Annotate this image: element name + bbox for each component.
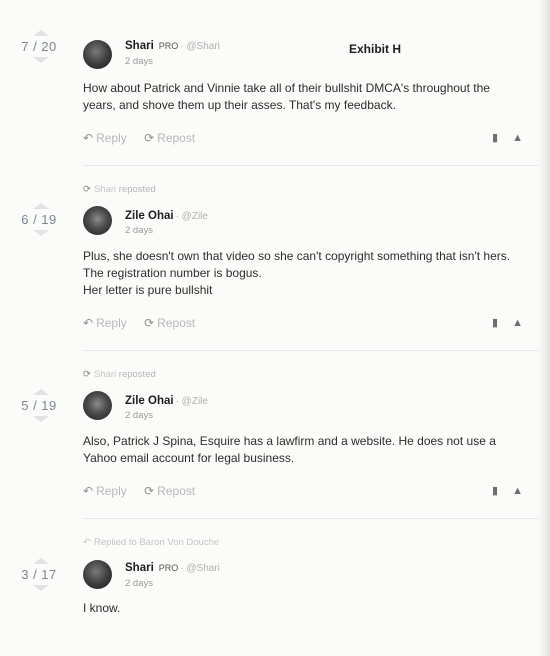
divider [83, 518, 538, 519]
post-time[interactable]: 2 days [125, 578, 153, 589]
downvote-icon[interactable] [33, 57, 49, 63]
upvote-icon[interactable] [33, 203, 49, 209]
reply-label: Reply [96, 484, 127, 498]
post-line: The registration number is bogus. [83, 266, 262, 280]
author-line: Shari PRO · @Shari [125, 562, 220, 574]
author-handle[interactable]: · @Shari [180, 41, 220, 52]
post-tools: ▮ ▲ [478, 131, 523, 144]
repost-button[interactable]: ⟳ Repost [144, 131, 195, 145]
author-line: Zile Ohai · @Zile [125, 395, 208, 407]
reply-button[interactable]: ↶ Reply [83, 131, 127, 145]
post-time[interactable]: 2 days [125, 56, 153, 67]
repost-icon: ⟳ [144, 316, 155, 330]
vote-score: 7 / 20 [21, 39, 57, 54]
post-body: Also, Patrick J Spina, Esquire has a law… [83, 433, 538, 467]
bookmark-icon[interactable]: ▮ [492, 485, 498, 497]
vote-score: 6 / 19 [21, 212, 57, 227]
repost-button[interactable]: ⟳ Repost [144, 484, 195, 498]
post-line: years, and shove them up their asses. Th… [83, 98, 396, 112]
repost-label: Repost [157, 484, 196, 498]
repost-label: Repost [157, 131, 196, 145]
author-name[interactable]: Shari [125, 562, 154, 574]
post-actions: ↶ Reply ⟳ Repost ▮ ▲ [83, 484, 523, 498]
reposter-name[interactable]: Shari [94, 184, 116, 195]
repost-icon: ⟳ [83, 184, 91, 195]
bookmark-icon[interactable]: ▮ [492, 132, 498, 144]
vote-score: 5 / 19 [21, 398, 57, 413]
post-body: How about Patrick and Vinnie take all of… [83, 80, 538, 114]
post-body: I know. [83, 600, 538, 617]
post-line: Also, Patrick J Spina, Esquire has a law… [83, 434, 496, 448]
repost-icon: ⟳ [83, 369, 91, 380]
post-line: Yahoo email account for legal business. [83, 451, 295, 465]
avatar[interactable] [83, 40, 112, 69]
vote-score: 3 / 17 [21, 567, 57, 582]
author-handle[interactable]: · @Zile [176, 396, 208, 407]
repost-button[interactable]: ⟳ Repost [144, 316, 195, 330]
reply-label: Reply [96, 131, 127, 145]
post-line: Her letter is pure bullshit [83, 283, 213, 297]
reply-icon: ↶ [83, 316, 94, 330]
post-time[interactable]: 2 days [125, 225, 153, 236]
author-line: Shari PRO · @Shari [125, 40, 220, 52]
post-tools: ▮ ▲ [478, 316, 523, 329]
repost-text: reposted [118, 184, 156, 195]
upvote-icon[interactable] [33, 30, 49, 36]
post-tools: ▮ ▲ [478, 484, 523, 497]
upvote-icon[interactable] [33, 389, 49, 395]
post-line: Plus, she doesn't own that video so she … [83, 249, 511, 263]
reply-icon: ↶ [83, 131, 94, 145]
vote-box: 7 / 20 [14, 30, 64, 63]
reply-note-text[interactable]: Replied to Baron Von Douche [94, 537, 219, 548]
post-line: I know. [83, 601, 121, 615]
repost-icon: ⟳ [144, 484, 155, 498]
exhibit-label: Exhibit H [349, 42, 402, 56]
reply-icon: ↶ [83, 537, 91, 548]
downvote-icon[interactable] [33, 585, 49, 591]
flag-icon[interactable]: ▲ [512, 317, 523, 329]
author-name[interactable]: Zile Ohai [125, 395, 174, 407]
reply-icon: ↶ [83, 484, 94, 498]
repost-text: reposted [118, 369, 156, 380]
flag-icon[interactable]: ▲ [512, 485, 523, 497]
divider [83, 165, 538, 166]
vote-box: 6 / 19 [14, 203, 64, 236]
vote-box: 3 / 17 [14, 558, 64, 591]
reposter-name[interactable]: Shari [94, 369, 116, 380]
avatar[interactable] [83, 391, 112, 420]
divider [83, 350, 538, 351]
upvote-icon[interactable] [33, 558, 49, 564]
reply-button[interactable]: ↶ Reply [83, 484, 127, 498]
post-body: Plus, she doesn't own that video so she … [83, 248, 538, 299]
pro-badge: PRO [158, 563, 179, 573]
author-name[interactable]: Zile Ohai [125, 210, 174, 222]
vote-box: 5 / 19 [14, 389, 64, 422]
repost-label: Repost [157, 316, 196, 330]
downvote-icon[interactable] [33, 416, 49, 422]
author-name[interactable]: Shari [125, 40, 154, 52]
reply-button[interactable]: ↶ Reply [83, 316, 127, 330]
author-handle[interactable]: · @Zile [176, 211, 208, 222]
post-actions: ↶ Reply ⟳ Repost ▮ ▲ [83, 131, 523, 145]
flag-icon[interactable]: ▲ [512, 132, 523, 144]
bookmark-icon[interactable]: ▮ [492, 317, 498, 329]
repost-note: ⟳ Shari reposted [83, 184, 156, 195]
reply-note: ↶ Replied to Baron Von Douche [83, 537, 219, 548]
avatar[interactable] [83, 560, 112, 589]
avatar[interactable] [83, 206, 112, 235]
repost-icon: ⟳ [144, 131, 155, 145]
scan-edge-shadow [538, 0, 550, 656]
post-line: How about Patrick and Vinnie take all of… [83, 81, 490, 95]
downvote-icon[interactable] [33, 230, 49, 236]
post-actions: ↶ Reply ⟳ Repost ▮ ▲ [83, 316, 523, 330]
repost-note: ⟳ Shari reposted [83, 369, 156, 380]
author-handle[interactable]: · @Shari [180, 563, 220, 574]
pro-badge: PRO [158, 41, 179, 51]
reply-label: Reply [96, 316, 127, 330]
post-time[interactable]: 2 days [125, 410, 153, 421]
author-line: Zile Ohai · @Zile [125, 210, 208, 222]
